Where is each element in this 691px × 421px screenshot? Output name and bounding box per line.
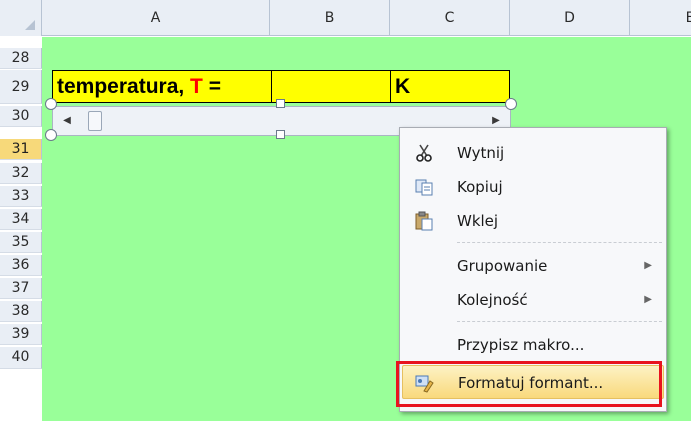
scroll-left-arrow-icon[interactable]: ◀ xyxy=(61,113,73,129)
menu-item-assign-macro[interactable]: Przypisz makro... xyxy=(400,328,666,362)
submenu-arrow-icon: ▶ xyxy=(644,260,652,271)
row-header-39[interactable]: 39 xyxy=(0,324,42,345)
temperature-equals: = xyxy=(202,75,221,98)
temperature-label: temperatura, T = xyxy=(53,75,221,98)
cell-b29[interactable] xyxy=(271,70,391,103)
select-all-triangle-icon xyxy=(25,20,35,30)
cell-a29[interactable]: temperatura, T = xyxy=(52,70,272,103)
unit-label: K xyxy=(395,75,411,98)
highlight-box xyxy=(396,361,662,407)
resize-handle-bottom-left[interactable] xyxy=(45,129,57,141)
row-header-38[interactable]: 38 xyxy=(0,301,42,322)
menu-item-group[interactable]: Grupowanie ▶ xyxy=(400,249,666,283)
menu-label-assign-macro: Przypisz makro... xyxy=(457,336,585,354)
resize-handle-top-mid[interactable] xyxy=(276,99,285,108)
column-header-d[interactable]: D xyxy=(510,0,630,36)
row-header-28[interactable]: 28 xyxy=(0,48,42,69)
menu-label-paste: Wklej xyxy=(457,212,499,230)
select-all-corner[interactable] xyxy=(0,0,42,36)
menu-item-paste[interactable]: Wklej xyxy=(400,204,666,238)
column-header-a[interactable]: A xyxy=(42,0,270,36)
cell-c29[interactable]: K xyxy=(390,70,510,103)
paste-icon xyxy=(415,211,433,231)
temperature-label-text: temperatura, xyxy=(57,75,191,98)
column-header-c[interactable]: C xyxy=(390,0,510,36)
scroll-thumb[interactable] xyxy=(88,111,102,131)
menu-item-cut[interactable]: Wytnij xyxy=(400,136,666,170)
resize-handle-top-right[interactable] xyxy=(505,98,517,110)
copy-icon xyxy=(415,179,433,196)
menu-separator xyxy=(457,242,662,243)
scissors-icon xyxy=(416,144,432,162)
temperature-variable: T xyxy=(190,75,203,98)
row-header-36[interactable]: 36 xyxy=(0,255,42,276)
row-header-35[interactable]: 35 xyxy=(0,232,42,253)
menu-label-group: Grupowanie xyxy=(457,257,548,275)
row-header-40[interactable]: 40 xyxy=(0,347,42,369)
menu-label-order: Kolejność xyxy=(457,291,528,309)
row-header-30[interactable]: 30 xyxy=(0,106,42,127)
resize-handle-bottom-mid[interactable] xyxy=(276,130,285,139)
menu-item-copy[interactable]: Kopiuj xyxy=(400,170,666,204)
submenu-arrow-icon: ▶ xyxy=(644,294,652,305)
menu-label-copy: Kopiuj xyxy=(457,178,503,196)
row-header-34[interactable]: 34 xyxy=(0,209,42,230)
row-header-29[interactable]: 29 xyxy=(0,70,42,104)
column-header-b[interactable]: B xyxy=(270,0,390,36)
menu-item-order[interactable]: Kolejność ▶ xyxy=(400,283,666,317)
menu-separator xyxy=(457,321,662,322)
row-header-33[interactable]: 33 xyxy=(0,186,42,207)
row-header-37[interactable]: 37 xyxy=(0,278,42,299)
row-header-32[interactable]: 32 xyxy=(0,163,42,184)
resize-handle-top-left[interactable] xyxy=(45,98,57,110)
row-header-31[interactable]: 31 xyxy=(0,139,42,160)
menu-label-cut: Wytnij xyxy=(457,144,505,162)
column-header-e[interactable]: E xyxy=(630,0,691,36)
